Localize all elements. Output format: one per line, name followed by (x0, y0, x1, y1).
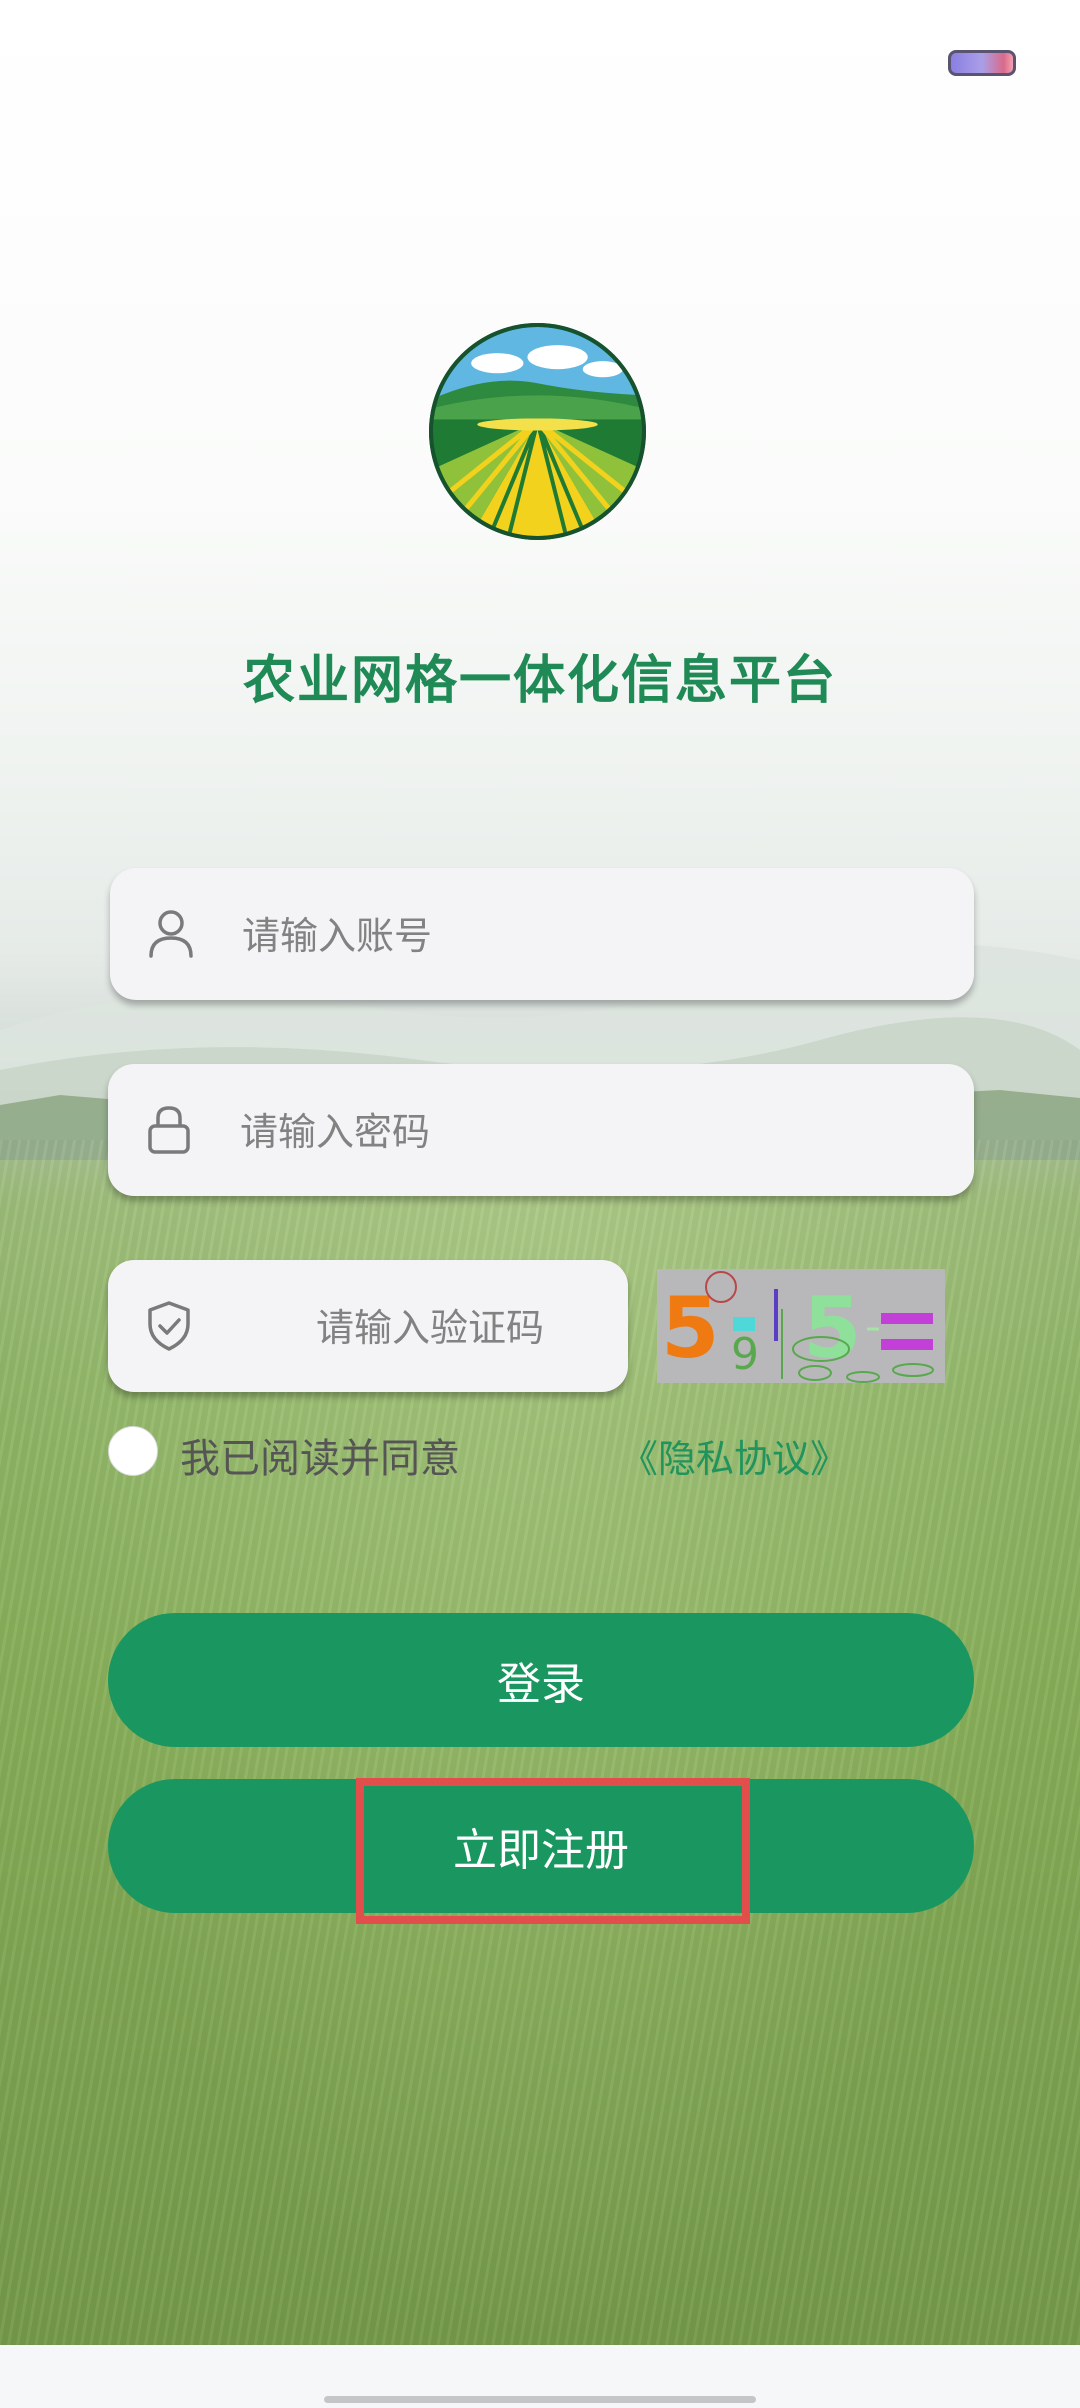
agreement-row: 我已阅读并同意 《隐私协议》 (108, 1424, 868, 1483)
captcha-image[interactable]: 5 9 5 (657, 1269, 945, 1383)
account-field[interactable] (110, 868, 974, 1000)
svg-text:9: 9 (731, 1329, 759, 1380)
battery-icon (948, 50, 1016, 76)
agreement-text: 我已阅读并同意 (180, 1436, 460, 1482)
privacy-policy-link[interactable]: 《隐私协议》 (620, 1428, 848, 1483)
account-input[interactable] (240, 900, 944, 972)
shield-check-icon (148, 1301, 190, 1351)
farm-logo (429, 323, 646, 540)
password-input[interactable] (238, 1096, 942, 1168)
captcha-input[interactable] (258, 1292, 602, 1364)
register-button[interactable]: 立即注册 (108, 1779, 974, 1913)
svg-text:5: 5 (661, 1279, 719, 1377)
home-indicator[interactable] (324, 2396, 756, 2403)
user-icon (149, 910, 193, 958)
agreement-checkbox[interactable] (108, 1426, 158, 1476)
login-button[interactable]: 登录 (108, 1613, 974, 1747)
password-field[interactable] (108, 1064, 974, 1196)
svg-text:5: 5 (803, 1279, 861, 1377)
app-title: 农业网格一体化信息平台 (242, 651, 837, 711)
captcha-field[interactable] (108, 1260, 628, 1392)
lock-icon (148, 1106, 190, 1154)
